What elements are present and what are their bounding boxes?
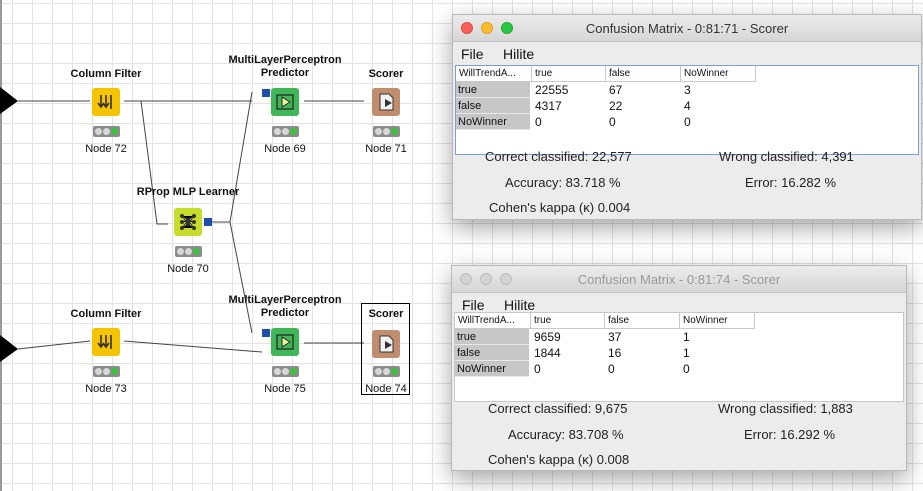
neural-net-icon[interactable] bbox=[174, 208, 202, 236]
row-header[interactable]: true bbox=[456, 82, 530, 98]
node-label: Node 73 bbox=[85, 383, 127, 395]
window-title: Confusion Matrix - 0:81:71 - Scorer bbox=[585, 21, 789, 36]
confusion-matrix-window-71[interactable]: Confusion Matrix - 0:81:71 - Scorer File… bbox=[452, 14, 922, 220]
matrix-cell[interactable]: 67 bbox=[606, 82, 681, 98]
matrix-cell[interactable]: 0 bbox=[680, 361, 755, 377]
column-header[interactable]: WillTrendA... bbox=[456, 66, 532, 82]
matrix-cell[interactable]: 1844 bbox=[531, 345, 605, 361]
matrix-cell[interactable]: 4317 bbox=[532, 98, 606, 114]
error-rate: Error: 16.282 % bbox=[745, 175, 837, 190]
column-header[interactable]: false bbox=[606, 66, 681, 82]
matrix-cell[interactable]: 3 bbox=[681, 82, 756, 98]
matrix-cell[interactable]: 9659 bbox=[531, 329, 605, 345]
status-lights bbox=[373, 366, 400, 377]
error-rate: Error: 16.292 % bbox=[744, 427, 836, 442]
row-header[interactable]: true bbox=[455, 329, 529, 345]
node-title: Scorer bbox=[368, 68, 404, 80]
column-header[interactable]: WillTrendA... bbox=[455, 313, 531, 329]
window-title: Confusion Matrix - 0:81:74 - Scorer bbox=[577, 272, 781, 287]
status-lights bbox=[272, 126, 299, 137]
node-label: Node 69 bbox=[264, 143, 306, 155]
accuracy: Accuracy: 83.718 % bbox=[505, 175, 621, 190]
inport-arrow-bottom bbox=[0, 335, 18, 362]
confusion-matrix-table[interactable]: WillTrendA... true false NoWinner true 2… bbox=[455, 65, 919, 155]
status-lights bbox=[93, 126, 120, 137]
model-inport[interactable] bbox=[262, 329, 270, 337]
predictor-icon[interactable] bbox=[271, 328, 299, 356]
cohens-kappa: Cohen's kappa (κ) 0.008 bbox=[488, 452, 630, 467]
node-label: Node 75 bbox=[264, 383, 306, 395]
status-lights bbox=[373, 126, 400, 137]
matrix-cell[interactable]: 22 bbox=[606, 98, 681, 114]
node-title: RProp MLP Learner bbox=[136, 186, 240, 198]
window-titlebar[interactable]: Confusion Matrix - 0:81:74 - Scorer bbox=[452, 266, 906, 293]
status-lights bbox=[272, 366, 299, 377]
node-label: Node 72 bbox=[85, 143, 127, 155]
model-inport[interactable] bbox=[262, 89, 270, 97]
matrix-cell[interactable]: 0 bbox=[531, 361, 605, 377]
column-header[interactable]: true bbox=[532, 66, 606, 82]
column-filter-icon[interactable] bbox=[92, 328, 120, 356]
status-lights bbox=[93, 366, 120, 377]
column-header[interactable]: true bbox=[531, 313, 605, 329]
correct-classified: Correct classified: 9,675 bbox=[488, 401, 628, 416]
matrix-cell[interactable]: 1 bbox=[680, 345, 755, 361]
menu-file[interactable]: File bbox=[461, 46, 484, 62]
column-header[interactable]: NoWinner bbox=[681, 66, 756, 82]
matrix-cell[interactable]: 16 bbox=[605, 345, 680, 361]
menu-hilite[interactable]: Hilite bbox=[503, 46, 534, 62]
predictor-icon[interactable] bbox=[271, 88, 299, 116]
matrix-cell[interactable]: 0 bbox=[681, 114, 756, 130]
scorer-icon[interactable] bbox=[372, 330, 400, 358]
menu-bar: File Hilite bbox=[453, 42, 921, 64]
status-lights bbox=[175, 246, 202, 257]
node-label: Node 70 bbox=[167, 263, 209, 275]
row-header[interactable]: NoWinner bbox=[455, 361, 529, 377]
window-titlebar[interactable]: Confusion Matrix - 0:81:71 - Scorer bbox=[453, 15, 921, 42]
accuracy: Accuracy: 83.708 % bbox=[508, 427, 624, 442]
node-title: Column Filter bbox=[70, 308, 142, 320]
scorer-icon[interactable] bbox=[372, 88, 400, 116]
column-header[interactable]: false bbox=[605, 313, 680, 329]
matrix-cell[interactable]: 22555 bbox=[532, 82, 606, 98]
correct-classified: Correct classified: 22,577 bbox=[485, 149, 632, 164]
row-header[interactable]: false bbox=[455, 345, 529, 361]
matrix-cell[interactable]: 0 bbox=[606, 114, 681, 130]
node-label: Node 71 bbox=[365, 143, 407, 155]
column-filter-icon[interactable] bbox=[92, 88, 120, 116]
model-outport[interactable] bbox=[204, 218, 212, 226]
wrong-classified: Wrong classified: 4,391 bbox=[719, 149, 854, 164]
matrix-cell[interactable]: 4 bbox=[681, 98, 756, 114]
matrix-cell[interactable]: 1 bbox=[680, 329, 755, 345]
confusion-matrix-table[interactable]: WillTrendA... true false NoWinner true 9… bbox=[454, 312, 904, 402]
menu-hilite[interactable]: Hilite bbox=[504, 297, 535, 313]
matrix-cell[interactable]: 37 bbox=[605, 329, 680, 345]
row-header[interactable]: false bbox=[456, 98, 530, 114]
matrix-cell[interactable]: 0 bbox=[532, 114, 606, 130]
node-title: Column Filter bbox=[70, 68, 142, 80]
confusion-matrix-window-74[interactable]: Confusion Matrix - 0:81:74 - Scorer File… bbox=[451, 265, 907, 471]
cohens-kappa: Cohen's kappa (κ) 0.004 bbox=[489, 200, 631, 215]
inport-arrow-top bbox=[0, 87, 18, 114]
menu-file[interactable]: File bbox=[462, 297, 485, 313]
wrong-classified: Wrong classified: 1,883 bbox=[718, 401, 853, 416]
node-title: Scorer bbox=[368, 308, 404, 320]
column-header[interactable]: NoWinner bbox=[680, 313, 755, 329]
row-header[interactable]: NoWinner bbox=[456, 114, 530, 130]
node-label: Node 74 bbox=[365, 383, 407, 395]
matrix-cell[interactable]: 0 bbox=[605, 361, 680, 377]
